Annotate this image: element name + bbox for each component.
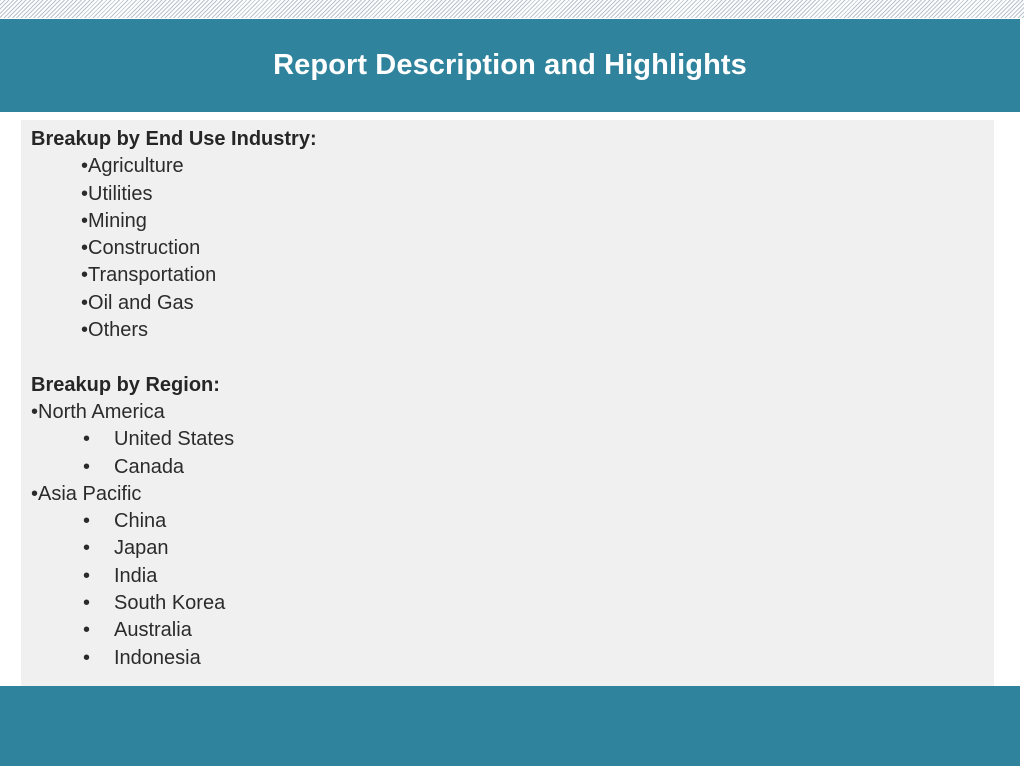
bullet-icon: •: [81, 319, 89, 342]
end-use-item-label: Utilities: [88, 182, 153, 205]
bullet-icon: •: [83, 455, 91, 478]
country-label: Australia: [114, 619, 192, 642]
bullet-icon: •: [83, 619, 91, 642]
country-label: Indonesia: [114, 646, 201, 669]
title-bar: Report Description and Highlights: [0, 19, 1020, 112]
bullet-icon: •: [83, 646, 91, 669]
region-heading: Breakup by Region:: [31, 373, 220, 396]
bullet-icon: •: [81, 264, 89, 287]
country-label: South Korea: [114, 592, 226, 615]
bullet-icon: •: [81, 155, 89, 178]
bullet-icon: •: [83, 510, 91, 533]
end-use-item-label: Construction: [88, 237, 201, 260]
end-use-item-label: Oil and Gas: [88, 291, 194, 314]
decorative-hatch-strip: [0, 0, 1024, 18]
bullet-icon: •: [83, 592, 91, 615]
bullet-icon: •: [31, 400, 39, 423]
region-group-label: North America: [38, 400, 165, 423]
country-item: • China: [31, 508, 994, 535]
end-use-item: •Construction: [31, 235, 994, 262]
region-group: •Asia Pacific: [31, 481, 994, 508]
bullet-icon: •: [81, 291, 89, 314]
country-item: • Canada: [31, 454, 994, 481]
region-list: •North America • United States • Canada •Asia…: [31, 399, 994, 672]
bullet-icon: •: [81, 237, 89, 260]
bullet-icon: •: [83, 537, 91, 560]
country-item: • United States: [31, 426, 994, 453]
end-use-item: •Mining: [31, 208, 994, 235]
footer-bar: [0, 686, 1020, 766]
end-use-item-label: Agriculture: [88, 155, 184, 178]
end-use-heading: Breakup by End Use Industry:: [31, 128, 317, 150]
bullet-icon: •: [83, 564, 91, 587]
end-use-item: •Others: [31, 317, 994, 344]
country-item: • India: [31, 563, 994, 590]
country-item: • Indonesia: [31, 645, 994, 672]
end-use-item-label: Others: [88, 319, 149, 342]
end-use-item-label: Mining: [88, 209, 147, 232]
end-use-item: •Oil and Gas: [31, 290, 994, 317]
end-use-item: •Utilities: [31, 181, 994, 208]
country-item: • Japan: [31, 535, 994, 562]
bullet-icon: •: [81, 209, 89, 232]
country-label: Canada: [114, 455, 185, 478]
end-use-item-label: Transportation: [88, 264, 217, 287]
region-group: •North America: [31, 399, 994, 426]
bullet-icon: •: [83, 428, 91, 451]
end-use-item: •Agriculture: [31, 153, 994, 180]
bullet-icon: •: [31, 482, 39, 505]
end-use-item: •Transportation: [31, 262, 994, 289]
country-item: • South Korea: [31, 590, 994, 617]
end-use-list: •Agriculture •Utilities •Mining •Constructi…: [31, 153, 994, 344]
slide: Report Description and Highlights Breaku…: [0, 0, 1024, 768]
country-label: China: [114, 510, 167, 533]
country-label: India: [114, 564, 158, 587]
region-group-label: Asia Pacific: [38, 482, 142, 505]
bullet-icon: •: [81, 182, 89, 205]
country-label: Japan: [114, 537, 169, 560]
country-label: United States: [114, 428, 235, 451]
page-title: Report Description and Highlights: [273, 49, 747, 81]
country-item: • Australia: [31, 617, 994, 644]
content-panel: Breakup by End Use Industry: •Agricultur…: [21, 120, 994, 686]
